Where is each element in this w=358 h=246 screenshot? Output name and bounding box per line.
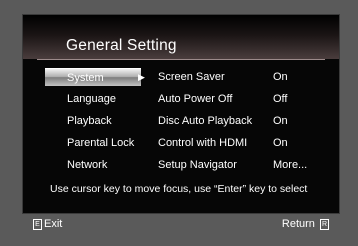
setting-disc-auto-playback-value[interactable]: On bbox=[273, 112, 288, 130]
return-key-icon: R bbox=[320, 218, 329, 230]
menu-item-network[interactable]: Network bbox=[45, 156, 141, 174]
footer-bar: E Exit Return R bbox=[22, 218, 340, 234]
menu-item-label: Language bbox=[67, 93, 116, 105]
menu-item-label: Network bbox=[67, 159, 108, 171]
setting-setup-navigator-value[interactable]: More... bbox=[273, 156, 307, 174]
page-title: General Setting bbox=[66, 37, 177, 54]
exit-label: Exit bbox=[44, 218, 63, 230]
menu-item-label: Playback bbox=[67, 115, 112, 127]
exit-key-icon: E bbox=[33, 218, 42, 230]
return-button[interactable]: Return R bbox=[282, 218, 329, 230]
setting-screen-saver[interactable]: Screen Saver bbox=[158, 68, 225, 86]
return-label: Return bbox=[281, 218, 315, 230]
help-text: Use cursor key to move focus, use “Enter… bbox=[50, 183, 308, 195]
menu-item-parental-lock[interactable]: Parental Lock bbox=[45, 134, 141, 152]
settings-panel: General Setting System ▶ Language Playba… bbox=[22, 14, 340, 214]
setting-control-with-hdmi[interactable]: Control with HDMI bbox=[158, 134, 247, 152]
submenu-arrow-icon: ▶ bbox=[138, 72, 145, 82]
menu-item-playback[interactable]: Playback bbox=[45, 112, 141, 130]
setting-auto-power-off[interactable]: Auto Power Off bbox=[158, 90, 232, 108]
title-divider bbox=[37, 59, 325, 60]
setting-screen-saver-value[interactable]: On bbox=[273, 68, 288, 86]
setting-control-with-hdmi-value[interactable]: On bbox=[273, 134, 288, 152]
menu-item-label: System bbox=[67, 72, 104, 84]
setting-disc-auto-playback[interactable]: Disc Auto Playback bbox=[158, 112, 252, 130]
menu-item-system[interactable]: System bbox=[45, 68, 141, 86]
title-bar: General Setting bbox=[23, 15, 339, 59]
setting-auto-power-off-value[interactable]: Off bbox=[273, 90, 287, 108]
exit-button[interactable]: E Exit bbox=[33, 218, 62, 230]
setting-setup-navigator[interactable]: Setup Navigator bbox=[158, 156, 237, 174]
menu-item-label: Parental Lock bbox=[67, 137, 135, 149]
menu-item-language[interactable]: Language bbox=[45, 90, 141, 108]
